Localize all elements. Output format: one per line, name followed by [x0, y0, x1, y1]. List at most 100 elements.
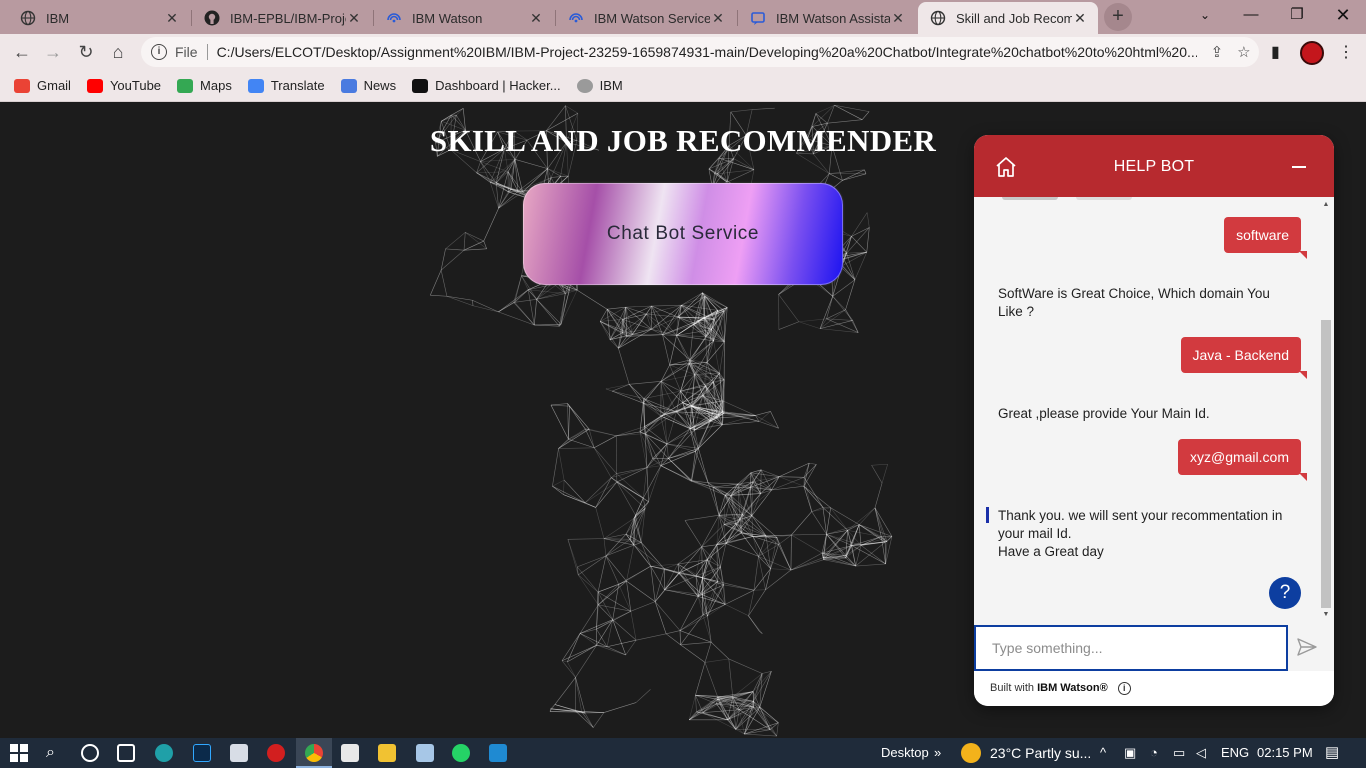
windows-start-icon[interactable]	[10, 744, 28, 762]
scroll-up-arrow-icon[interactable]: ▲	[1321, 201, 1331, 208]
chrome-icon[interactable]	[305, 744, 323, 762]
chat-bot-service-button[interactable]: Chat Bot Service	[523, 183, 843, 285]
bookmarks-bar: Gmail YouTube Maps Translate News Dashbo…	[0, 70, 1366, 102]
gmail-icon	[14, 78, 30, 93]
bookmark-youtube[interactable]: YouTube	[86, 78, 162, 93]
tab-ibm[interactable]: IBM ✕	[8, 2, 190, 34]
weather-icon[interactable]	[961, 743, 981, 763]
bookmark-label: Maps	[200, 78, 232, 93]
home-icon[interactable]: ⌂	[106, 40, 130, 64]
share-icon[interactable]: ⇪	[1211, 43, 1224, 61]
tab-search-icon[interactable]: ⌄	[1182, 0, 1228, 30]
vscode-icon[interactable]	[489, 744, 507, 762]
home-icon[interactable]	[994, 155, 1018, 179]
task-view-icon[interactable]	[117, 744, 135, 762]
scrollbar-thumb[interactable]	[1321, 320, 1331, 608]
bot-message-line: Thank you. we will sent your recommentat…	[998, 508, 1283, 523]
footer-brand: IBM Watson®	[1037, 682, 1108, 694]
windows-taskbar: ⌕ Desktop » 23°C Partly su... ^ ▣ ◔ ▭ ◁ …	[0, 738, 1366, 768]
wifi-icon[interactable]: ◔	[1150, 738, 1158, 768]
notepad-icon[interactable]	[416, 744, 434, 762]
bookmark-news[interactable]: News	[340, 78, 397, 93]
opera-icon[interactable]	[267, 744, 285, 762]
minimize-window-icon[interactable]: —	[1228, 0, 1274, 30]
bookmark-label: YouTube	[109, 78, 162, 93]
chat-header-title: HELP BOT	[1113, 158, 1195, 175]
close-tab-icon[interactable]: ✕	[890, 10, 906, 27]
info-icon[interactable]: i	[1117, 681, 1131, 695]
site-info-icon[interactable]: i	[151, 44, 167, 60]
tab-ibm-watson[interactable]: IBM Watson ✕	[374, 2, 554, 34]
new-tab-button[interactable]: +	[1104, 3, 1132, 31]
cortana-icon[interactable]	[81, 744, 99, 762]
user-message: xyz@gmail.com	[1177, 439, 1308, 481]
watson-icon	[568, 10, 584, 26]
bookmark-translate[interactable]: Translate	[247, 78, 325, 93]
hackerrank-icon	[412, 78, 429, 93]
browser-tab-strip: IBM ✕ IBM-EPBL/IBM-Project ✕ IBM Watson …	[0, 0, 1366, 34]
store-icon[interactable]	[341, 744, 359, 762]
language-indicator[interactable]: ENG	[1221, 738, 1249, 768]
tray-expand-icon[interactable]: ^	[1100, 738, 1106, 768]
edge-icon[interactable]	[155, 744, 173, 762]
browser-menu-icon[interactable]: ⋮	[1338, 42, 1354, 62]
tab-title: IBM	[46, 10, 70, 26]
scheme-label: File	[175, 44, 198, 60]
bookmark-gmail[interactable]: Gmail	[14, 78, 71, 93]
scroll-down-arrow-icon[interactable]: ▼	[1321, 611, 1331, 618]
maps-icon	[177, 78, 194, 93]
notifications-icon[interactable]: ▤	[1325, 738, 1339, 768]
help-button[interactable]: ?	[1269, 577, 1301, 609]
close-tab-icon[interactable]: ✕	[346, 10, 362, 27]
profile-avatar[interactable]	[1300, 41, 1324, 65]
weather-text[interactable]: 23°C Partly su...	[990, 738, 1091, 768]
bot-message-line: SoftWare is Great Choice, Which domain Y…	[998, 286, 1270, 301]
search-icon[interactable]: ⌕	[46, 744, 64, 762]
restore-window-icon[interactable]: ❐	[1274, 0, 1320, 30]
bookmark-label: Dashboard | Hacker...	[435, 78, 561, 93]
bookmark-maps[interactable]: Maps	[177, 78, 232, 93]
news-icon	[340, 78, 357, 93]
send-icon[interactable]	[1296, 637, 1320, 659]
reload-icon[interactable]: ↻	[74, 40, 98, 64]
bookmark-star-icon[interactable]: ☆	[1237, 43, 1250, 61]
globe-icon	[930, 10, 946, 26]
side-panel-icon[interactable]: ▮	[1271, 42, 1280, 62]
close-tab-icon[interactable]: ✕	[528, 10, 544, 27]
user-message: Java - Backend	[1180, 337, 1307, 379]
bookmark-hackerrank[interactable]: Dashboard | Hacker...	[412, 78, 561, 93]
chat-widget: HELP BOT software SoftWare is Great Choi…	[974, 135, 1334, 706]
translate-icon	[247, 78, 264, 93]
address-bar[interactable]: i File C:/Users/ELCOT/Desktop/Assignment…	[141, 37, 1259, 67]
bookmark-label: News	[363, 78, 397, 93]
toolbar-expand-icon[interactable]: »	[934, 738, 941, 768]
tab-watson-assistant[interactable]: IBM Watson Assistant ✕	[738, 2, 916, 34]
globe-icon	[20, 10, 36, 26]
whatsapp-icon[interactable]	[452, 744, 470, 762]
close-tab-icon[interactable]: ✕	[164, 10, 180, 27]
tab-skill-job[interactable]: Skill and Job Recomm ✕	[918, 2, 1098, 34]
volume-icon[interactable]: ◁	[1196, 738, 1206, 768]
close-tab-icon[interactable]: ✕	[710, 10, 726, 27]
url-text[interactable]: C:/Users/ELCOT/Desktop/Assignment%20IBM/…	[217, 44, 1197, 60]
bot-message-line: your mail Id.	[998, 526, 1072, 541]
bookmark-ibm[interactable]: IBM	[576, 78, 623, 93]
tray-app-icon[interactable]: ▣	[1124, 738, 1136, 768]
tab-github[interactable]: IBM-EPBL/IBM-Project ✕	[192, 2, 372, 34]
forward-icon[interactable]: →	[41, 40, 65, 64]
chat-message-input[interactable]	[974, 625, 1288, 671]
tab-watson-service[interactable]: IBM Watson Service P ✕	[556, 2, 736, 34]
desktop-toolbar-label[interactable]: Desktop	[881, 738, 929, 768]
back-icon[interactable]: ←	[10, 40, 34, 64]
globe-icon	[576, 78, 593, 93]
close-window-icon[interactable]: ✕	[1320, 0, 1366, 30]
minimize-chat-icon[interactable]	[1292, 166, 1306, 168]
file-explorer-icon[interactable]	[378, 744, 396, 762]
close-tab-icon[interactable]: ✕	[1072, 10, 1088, 27]
tab-title: IBM Watson Assistant	[776, 10, 890, 26]
previous-message-edge	[1076, 197, 1132, 200]
photoshop-icon[interactable]	[193, 744, 211, 762]
clock[interactable]: 02:15 PM	[1257, 738, 1313, 768]
mail-icon[interactable]	[230, 744, 248, 762]
battery-icon[interactable]: ▭	[1173, 738, 1185, 768]
